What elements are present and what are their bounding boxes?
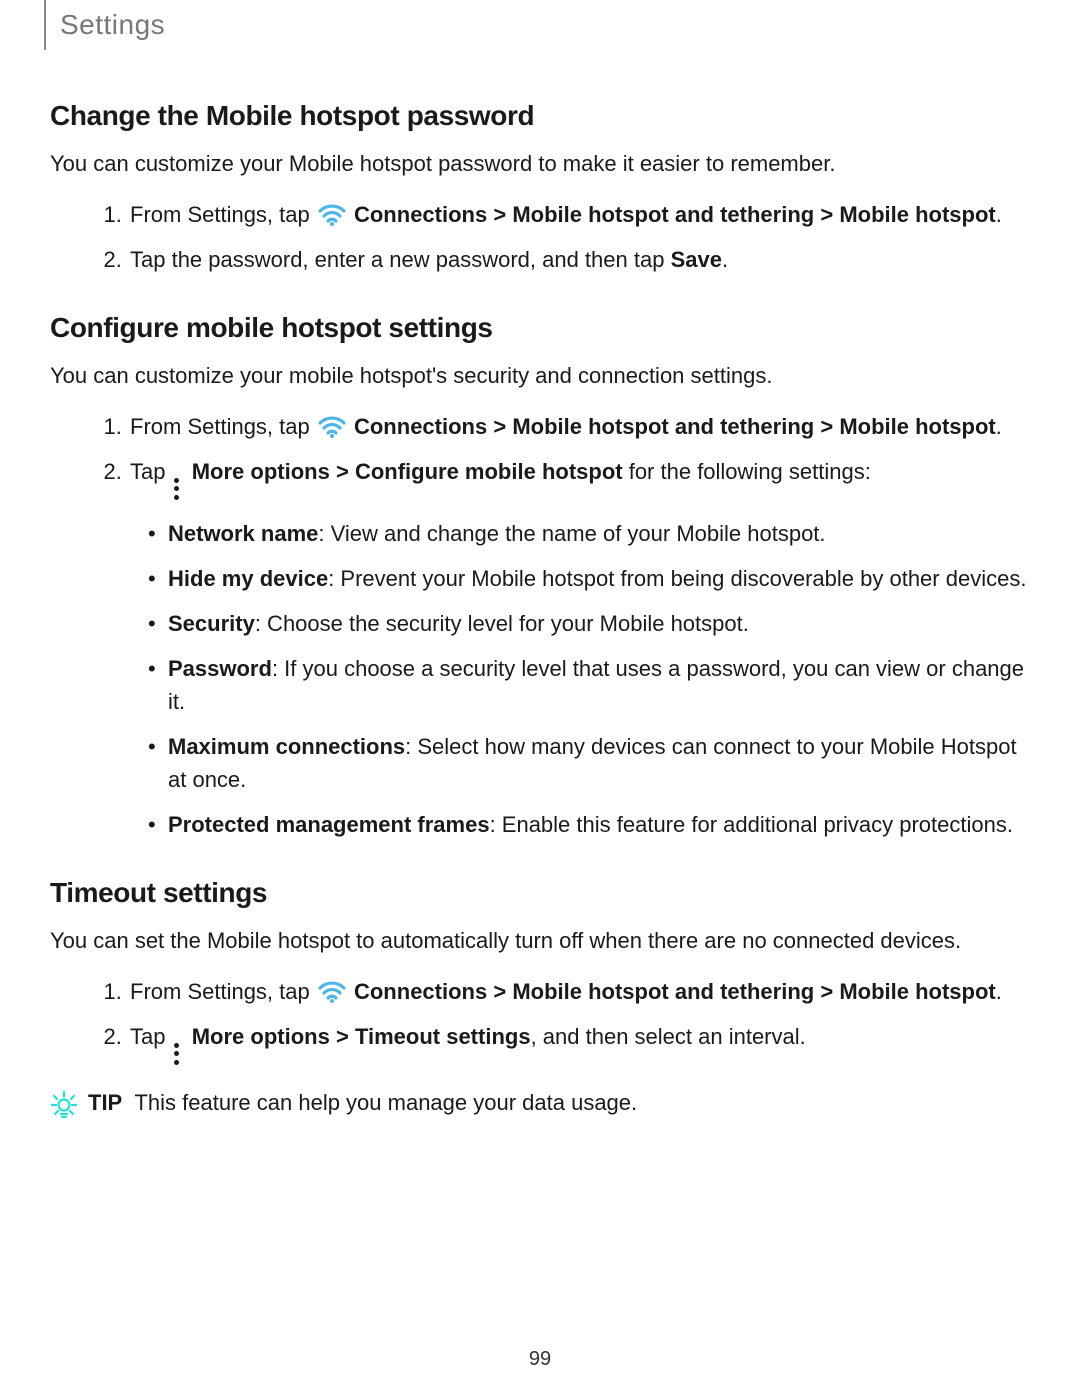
lightbulb-icon (50, 1090, 78, 1118)
heading-configure-hotspot: Configure mobile hotspot settings (50, 312, 1030, 344)
intro-timeout: You can set the Mobile hotspot to automa… (50, 925, 1030, 957)
list-item: Hide my device: Prevent your Mobile hots… (168, 562, 1030, 595)
list-item: Network name: View and change the name o… (168, 517, 1030, 550)
steps-change-password: From Settings, tap Connections > Mobile … (50, 198, 1030, 276)
step-item: From Settings, tap Connections > Mobile … (128, 198, 1030, 231)
step-item: From Settings, tap Connections > Mobile … (128, 410, 1030, 443)
wifi-icon (318, 202, 346, 226)
chevron-icon: > (493, 414, 506, 439)
chevron-icon: > (820, 979, 833, 1004)
chevron-icon: > (820, 202, 833, 227)
step-item: Tap More options > Timeout settings, and… (128, 1020, 1030, 1066)
heading-change-password: Change the Mobile hotspot password (50, 100, 1030, 132)
steps-configure-hotspot: From Settings, tap Connections > Mobile … (50, 410, 1030, 841)
page-number: 99 (0, 1348, 1080, 1371)
list-item: Maximum connections: Select how many dev… (168, 730, 1030, 796)
page-container: Settings Change the Mobile hotspot passw… (0, 0, 1080, 1397)
step-item: Tap the password, enter a new password, … (128, 243, 1030, 276)
more-options-icon (174, 1042, 180, 1066)
chevron-icon: > (336, 1024, 349, 1049)
header-section-label: Settings (60, 9, 165, 41)
chevron-icon: > (493, 979, 506, 1004)
chevron-icon: > (820, 414, 833, 439)
list-item: Security: Choose the security level for … (168, 607, 1030, 640)
list-item: Password: If you choose a security level… (168, 652, 1030, 718)
wifi-icon (318, 979, 346, 1003)
tip-text: This feature can help you manage your da… (134, 1090, 637, 1115)
intro-configure-hotspot: You can customize your mobile hotspot's … (50, 360, 1030, 392)
chevron-icon: > (336, 459, 349, 484)
tip-callout: TIP This feature can help you manage you… (50, 1090, 1030, 1118)
heading-timeout: Timeout settings (50, 877, 1030, 909)
chevron-icon: > (493, 202, 506, 227)
step-item: Tap More options > Configure mobile hots… (128, 455, 1030, 841)
configure-options-list: Network name: View and change the name o… (130, 517, 1030, 841)
steps-timeout: From Settings, tap Connections > Mobile … (50, 975, 1030, 1066)
page-header: Settings (44, 0, 1030, 50)
step-item: From Settings, tap Connections > Mobile … (128, 975, 1030, 1008)
more-options-icon (174, 477, 180, 501)
list-item: Protected management frames: Enable this… (168, 808, 1030, 841)
wifi-icon (318, 414, 346, 438)
tip-label: TIP (88, 1090, 122, 1115)
intro-change-password: You can customize your Mobile hotspot pa… (50, 148, 1030, 180)
